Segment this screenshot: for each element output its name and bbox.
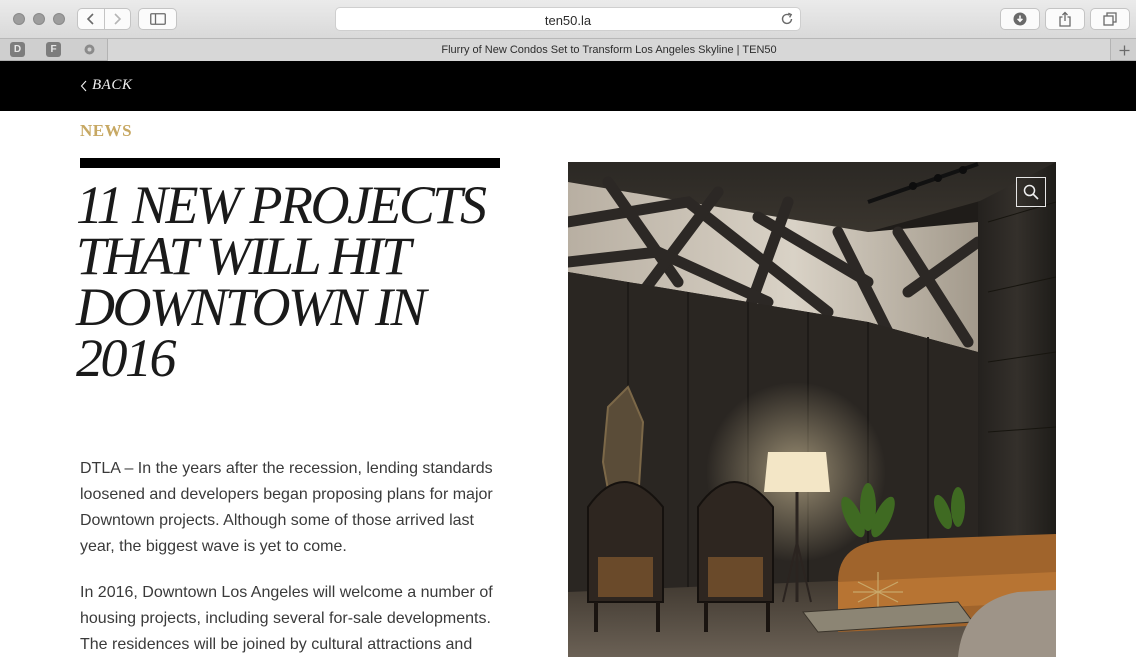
chevron-left-icon	[86, 13, 94, 25]
window-maximize-button[interactable]	[53, 13, 65, 25]
article-hero-image[interactable]	[568, 162, 1056, 657]
lobby-interior-illustration	[568, 162, 1056, 657]
url-text: ten50.la	[544, 13, 592, 28]
downloads-button[interactable]	[1000, 8, 1040, 30]
article-paragraph: In 2016, Downtown Los Angeles will welco…	[80, 584, 493, 653]
chevron-right-icon	[114, 13, 122, 25]
window-minimize-button[interactable]	[33, 13, 45, 25]
sidebar-button[interactable]	[138, 8, 177, 30]
history-nav	[77, 8, 131, 30]
show-tabs-button[interactable]	[1090, 8, 1130, 30]
pinned-tab-d[interactable]: D	[10, 42, 25, 57]
pinned-tab-settings[interactable]	[82, 42, 97, 57]
share-button[interactable]	[1045, 8, 1085, 30]
article-category[interactable]: NEWS	[80, 121, 132, 141]
gear-icon	[84, 44, 95, 55]
new-tab-button[interactable]	[1112, 39, 1136, 61]
image-zoom-button[interactable]	[1016, 177, 1046, 207]
plus-icon	[1119, 45, 1129, 55]
tab-active[interactable]: Flurry of New Condos Set to Transform Lo…	[108, 39, 1111, 61]
article-paragraph: DTLA – In the years after the recession,…	[80, 460, 493, 555]
share-icon	[1059, 11, 1071, 27]
site-header: BACK	[0, 61, 1136, 111]
reload-icon[interactable]	[780, 12, 794, 26]
pinned-tab-f[interactable]: F	[46, 42, 61, 57]
back-link[interactable]: BACK	[80, 77, 132, 94]
headline-rule	[80, 158, 500, 168]
chevron-left-icon	[80, 80, 87, 91]
tabs-icon	[1103, 12, 1117, 26]
article-headline: 11 New Projects That Will Hit Downtown i…	[76, 175, 487, 388]
browser-toolbar: ten50.la	[0, 0, 1136, 38]
back-label: BACK	[92, 77, 133, 93]
window-close-button[interactable]	[13, 13, 25, 25]
sidebar-icon	[149, 13, 166, 25]
tab-bar: D F Flurry of New Condos Set to Transfor…	[0, 38, 1136, 61]
download-icon	[1013, 12, 1027, 26]
back-button[interactable]	[78, 9, 104, 29]
tab-title: Flurry of New Condos Set to Transform Lo…	[441, 44, 777, 56]
address-bar[interactable]: ten50.la	[335, 7, 801, 31]
forward-button[interactable]	[103, 9, 131, 29]
search-icon	[1023, 184, 1039, 200]
